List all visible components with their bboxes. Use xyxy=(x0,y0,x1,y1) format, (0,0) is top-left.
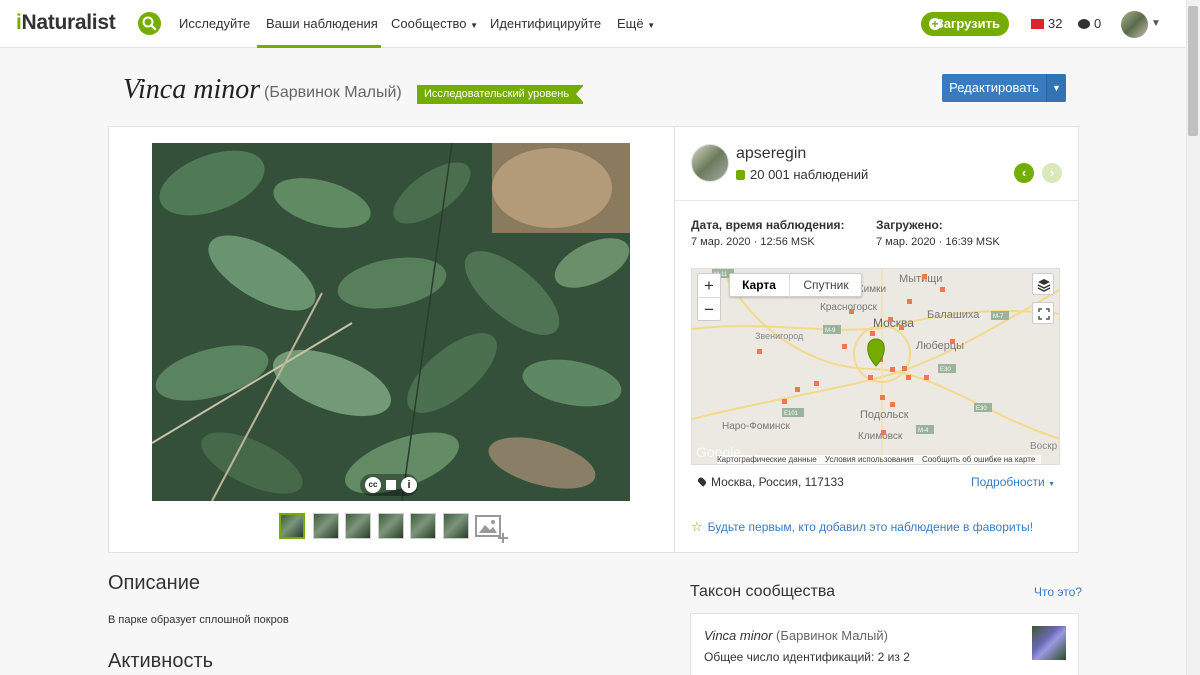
photo-thumbnail[interactable] xyxy=(313,513,339,539)
chevron-down-icon: ▼ xyxy=(647,21,656,30)
road-label: E101 xyxy=(784,411,799,417)
observed-date-label: Дата, время наблюдения: xyxy=(691,218,845,232)
map-type-satellite-button[interactable]: Спутник xyxy=(789,273,862,297)
plus-icon: + xyxy=(929,18,941,30)
chat-icon xyxy=(1078,19,1090,29)
quality-grade-badge: Исследовательский уровень xyxy=(417,85,585,104)
map-type-map-button[interactable]: Карта xyxy=(729,273,789,297)
community-taxon-card xyxy=(690,613,1079,675)
card-divider xyxy=(674,126,675,553)
activity-heading: Активность xyxy=(108,650,214,672)
chevron-down-icon: ▼ xyxy=(1048,481,1056,488)
user-avatar-menu[interactable] xyxy=(1121,11,1148,38)
search-icon xyxy=(142,16,157,31)
observation-map[interactable]: Мытищи Химки Красногорск Москва Балашиха… xyxy=(691,268,1060,465)
community-taxon-name[interactable]: Vinca minor (Барвинок Малый) xyxy=(704,628,888,643)
star-icon: ☆ xyxy=(691,519,703,534)
scrollbar-thumb[interactable] xyxy=(1188,6,1198,136)
map-label: Воскр xyxy=(1030,441,1058,452)
fullscreen-icon xyxy=(1038,308,1050,320)
fullscreen-button[interactable] xyxy=(1032,302,1054,324)
fave-link[interactable]: ☆ Будьте первым, кто добавил это наблюден… xyxy=(691,519,1033,535)
layers-icon xyxy=(1037,279,1051,292)
add-photo-icon xyxy=(475,515,508,543)
zoom-out-button[interactable]: − xyxy=(697,297,721,320)
map-label: Климовск xyxy=(858,431,903,442)
section-divider xyxy=(675,200,1079,201)
map-label: Красногорск xyxy=(820,302,878,313)
road-label: M-4 xyxy=(918,428,929,434)
map-canvas: Мытищи Химки Красногорск Москва Балашиха… xyxy=(692,269,1059,464)
road-label: E30 xyxy=(976,406,987,412)
description-text: В парке образует сплошной покров xyxy=(108,614,289,626)
search-button[interactable] xyxy=(138,12,161,35)
pin-icon xyxy=(696,476,708,487)
zoom-in-button[interactable]: + xyxy=(697,274,721,297)
uploaded-date-value: 7 мар. 2020 · 16:39 MSK xyxy=(876,236,1000,248)
next-observation-button[interactable]: › xyxy=(1042,163,1062,183)
observation-photo[interactable] xyxy=(152,143,630,501)
chevron-down-icon[interactable]: ▼ xyxy=(1151,18,1161,29)
add-photo-button[interactable] xyxy=(475,515,508,543)
description-heading: Описание xyxy=(108,572,201,594)
map-terms-link[interactable]: Условия использования xyxy=(825,455,914,464)
photo-thumbnail[interactable] xyxy=(279,513,305,539)
flag-icon[interactable] xyxy=(386,480,396,490)
edit-dropdown-toggle[interactable]: ▼ xyxy=(1046,74,1066,102)
nav-community[interactable]: Сообщество ▼ xyxy=(391,16,478,31)
leaf-photo-image xyxy=(152,143,630,501)
observer-avatar[interactable] xyxy=(691,144,729,182)
upload-button[interactable]: + Загрузить xyxy=(921,12,1009,36)
road-label: M-9 xyxy=(825,328,836,334)
map-label: Наро-Фоминск xyxy=(722,421,790,432)
photo-thumbnail[interactable] xyxy=(345,513,371,539)
map-label: Люберцы xyxy=(916,340,964,352)
whats-this-link[interactable]: Что это? xyxy=(1034,585,1082,599)
info-icon[interactable]: i xyxy=(401,477,417,493)
inaturalist-logo[interactable]: iNaturalist xyxy=(16,11,116,35)
taxon-scientific-name[interactable]: Vinca minor xyxy=(123,74,260,106)
map-data-link[interactable]: Картографические данные xyxy=(717,455,817,464)
photo-thumbnail[interactable] xyxy=(410,513,436,539)
map-label: Подольск xyxy=(860,409,909,421)
active-tab-indicator xyxy=(257,45,381,48)
nav-identify[interactable]: Идентифицируйте xyxy=(490,16,601,31)
community-taxon-heading: Таксон сообщества xyxy=(690,583,836,600)
layers-button[interactable] xyxy=(1032,273,1054,295)
messages-link[interactable]: 32 xyxy=(1031,16,1062,31)
nav-more[interactable]: Ещё ▼ xyxy=(617,16,655,31)
road-label: M-7 xyxy=(993,314,1004,320)
taxon-common-name[interactable]: (Барвинок Малый) xyxy=(264,84,402,102)
map-label: Балашиха xyxy=(927,309,980,321)
map-label: Москва xyxy=(873,316,914,330)
map-report-link[interactable]: Сообщить об ошибке на карте xyxy=(922,455,1035,464)
binoculars-icon xyxy=(736,170,745,180)
community-taxon-id-count: Общее число идентификаций: 2 из 2 xyxy=(704,650,910,664)
map-attribution: Картографические данные Условия использо… xyxy=(717,455,1042,464)
road-label: E30 xyxy=(940,367,951,373)
notifications-link[interactable]: 0 xyxy=(1078,16,1101,31)
details-dropdown[interactable]: Подробности ▼ xyxy=(971,475,1055,489)
cc-icon[interactable]: cc xyxy=(365,477,381,493)
prev-observation-button[interactable]: ‹ xyxy=(1014,163,1034,183)
observed-date-value: 7 мар. 2020 · 12:56 MSK xyxy=(691,236,815,248)
nav-your-observations[interactable]: Ваши наблюдения xyxy=(266,16,378,31)
chevron-down-icon: ▼ xyxy=(470,21,479,30)
observer-obs-count[interactable]: 20 001 наблюдений xyxy=(736,167,868,182)
nav-explore[interactable]: Исследуйте xyxy=(179,16,250,31)
mail-icon xyxy=(1031,19,1044,29)
place-guess: Москва, Россия, 117133 xyxy=(696,475,844,489)
map-label: Звенигород xyxy=(755,331,804,341)
map-label: Мытищи xyxy=(899,273,942,285)
photo-thumbnail[interactable] xyxy=(378,513,404,539)
observer-username[interactable]: apseregin xyxy=(736,145,806,163)
community-taxon-photo[interactable] xyxy=(1032,626,1066,660)
edit-button[interactable]: Редактировать xyxy=(942,74,1046,102)
uploaded-date-label: Загружено: xyxy=(876,218,943,232)
photo-thumbnail[interactable] xyxy=(443,513,469,539)
